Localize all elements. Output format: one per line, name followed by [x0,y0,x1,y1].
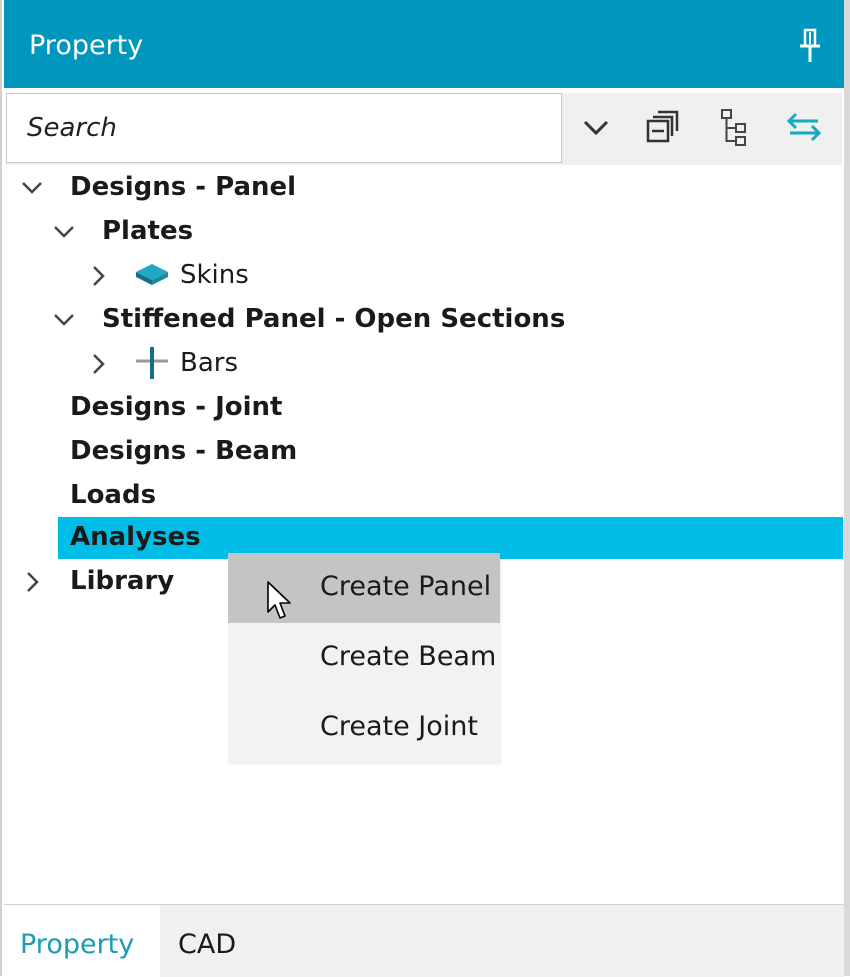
chevron-down-icon[interactable] [20,176,44,200]
panel-title: Property [29,30,144,61]
tree-node-designs-beam[interactable]: Designs - Beam [4,430,844,474]
pin-icon[interactable] [796,28,824,64]
tree-node-loads[interactable]: Loads [4,474,844,518]
tree-node-label: Plates [102,216,194,246]
collapse-all-icon[interactable] [642,107,682,147]
toolbar [6,93,842,165]
chevron-right-icon[interactable] [86,352,110,376]
tree-node-stiffened-panel[interactable]: Stiffened Panel - Open Sections [4,298,844,342]
menu-item-label: Create Panel [320,571,492,602]
tree-node-designs-joint[interactable]: Designs - Joint [4,386,844,430]
menu-item-label: Create Joint [320,711,478,742]
search-input[interactable] [6,93,562,163]
tree-node-skins[interactable]: Skins [4,254,844,298]
tab-cad[interactable]: CAD [162,905,282,977]
property-panel: Property Search Designs - Panel Plates S… [0,0,850,977]
tree-node-label: Designs - Joint [70,392,283,422]
chevron-down-icon[interactable] [52,308,76,332]
tree-hierarchy-icon[interactable] [714,107,754,147]
chevron-down-icon[interactable] [52,220,76,244]
bottom-tab-bar: Property CAD [4,904,844,977]
mouse-pointer-icon [267,581,291,619]
sync-arrows-icon[interactable] [784,107,824,147]
panel-header: Property [4,0,844,88]
tab-label: CAD [178,929,237,960]
tree-node-label: Designs - Panel [70,172,297,202]
tree-node-label: Skins [180,260,249,290]
tree-node-label: Designs - Beam [70,436,298,466]
tree-node-label: Stiffened Panel - Open Sections [102,304,566,334]
tree-node-bars[interactable]: Bars [4,342,844,386]
tree-node-label: Loads [70,480,157,510]
chevron-down-icon[interactable] [576,107,616,147]
tree-node-plates[interactable]: Plates [4,210,844,254]
bar-section-icon [136,347,168,379]
tab-label: Property [20,929,135,960]
plate-icon [136,264,168,285]
chevron-right-icon[interactable] [86,264,110,288]
menu-item-create-beam[interactable]: Create Beam [228,623,500,693]
tab-property[interactable]: Property [4,905,160,977]
tree-node-label: Analyses [70,522,201,552]
chevron-right-icon[interactable] [20,570,44,594]
menu-item-label: Create Beam [320,641,497,672]
menu-item-create-joint[interactable]: Create Joint [228,693,500,763]
tree-node-label: Library [70,566,175,596]
tree-node-designs-panel[interactable]: Designs - Panel [4,166,844,210]
tree-node-label: Bars [180,348,239,378]
